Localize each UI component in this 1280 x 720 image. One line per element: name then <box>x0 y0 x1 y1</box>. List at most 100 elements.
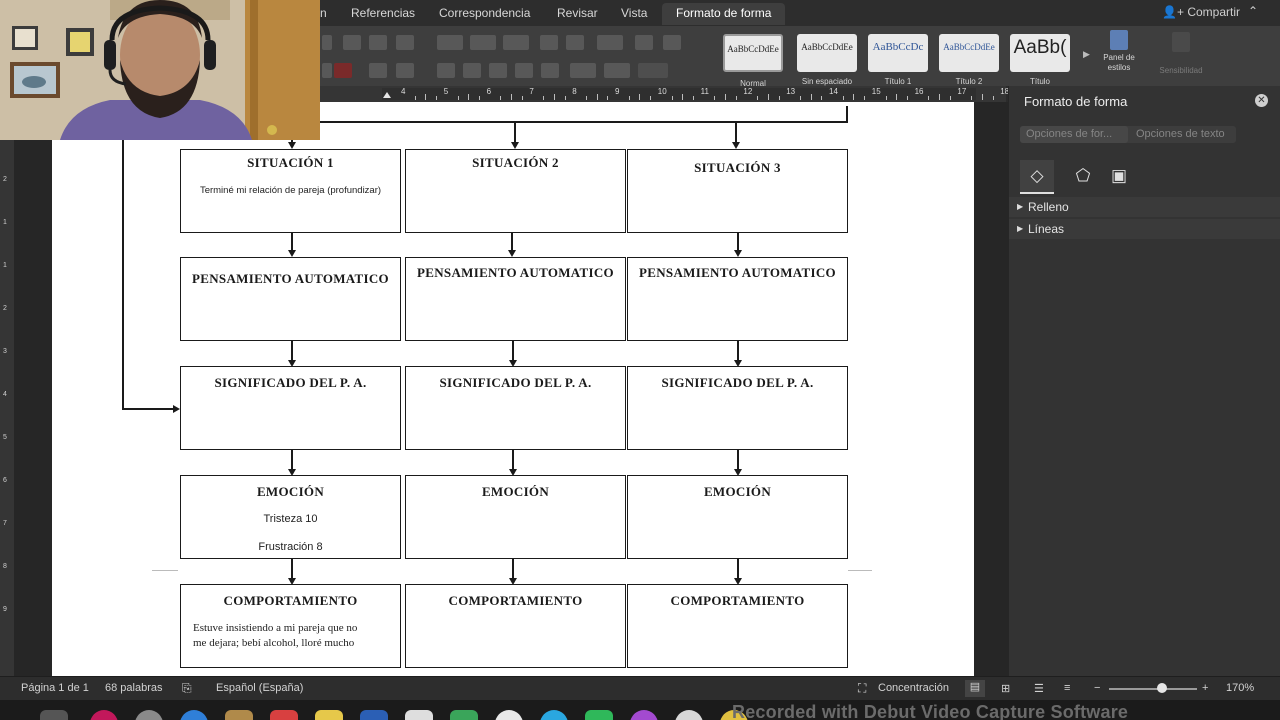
clear-format-icon[interactable] <box>343 35 361 50</box>
app-icon[interactable] <box>405 710 433 720</box>
align-right-icon[interactable] <box>489 63 507 78</box>
thought-box-2[interactable]: PENSAMIENTO AUTOMATICO <box>405 257 626 341</box>
justify-icon[interactable] <box>515 63 533 78</box>
tab-formato-de-forma[interactable]: Formato de forma <box>662 3 786 25</box>
emotion-box-1[interactable]: EMOCIÓN Tristeza 10 Frustración 8 <box>180 475 401 559</box>
behavior-box-1[interactable]: COMPORTAMIENTO Estuve insistiendo a mi p… <box>180 584 401 668</box>
zoom-slider[interactable] <box>1109 688 1197 690</box>
style-titulo-2[interactable]: AaBbCcDdEe Título 2 <box>939 34 999 86</box>
meaning-box-3[interactable]: SIGNIFICADO DEL P. A. <box>627 366 848 450</box>
section-lineas[interactable]: ▶ Líneas <box>1009 219 1280 239</box>
sort-icon[interactable] <box>635 35 653 50</box>
fill-bucket-icon[interactable]: ◇ <box>1020 160 1054 194</box>
app-icon[interactable] <box>630 710 658 720</box>
notes-icon[interactable] <box>315 710 343 720</box>
situation-box-1[interactable]: SITUACIÓN 1 Terminé mi relación de parej… <box>180 149 401 233</box>
multilevel-list-icon[interactable] <box>503 35 529 50</box>
print-layout-icon[interactable]: ▤ <box>965 680 985 697</box>
app-icon[interactable] <box>90 710 118 720</box>
tab-partial[interactable]: n <box>320 6 327 20</box>
ruler-number: 12 <box>743 87 753 96</box>
tab-revisar[interactable]: Revisar <box>557 6 598 20</box>
line-spacing-icon[interactable] <box>570 63 596 78</box>
numbering-icon[interactable] <box>470 35 496 50</box>
style-sin-espaciado[interactable]: AaBbCcDdEe Sin espaciado <box>797 34 857 86</box>
font-case-icon[interactable] <box>396 35 414 50</box>
thought-box-3[interactable]: PENSAMIENTO AUTOMATICO <box>627 257 848 341</box>
page-count[interactable]: Página 1 de 1 <box>21 682 89 694</box>
shading-icon[interactable] <box>604 63 630 78</box>
status-bar: Página 1 de 1 68 palabras ⎘ Español (Esp… <box>0 676 1280 700</box>
tab-text-options[interactable]: Opciones de texto <box>1130 126 1236 143</box>
sensitivity-button[interactable]: Sensibilidad <box>1150 32 1212 82</box>
finder-icon[interactable] <box>40 710 68 720</box>
focus-mode[interactable]: Concentración <box>878 682 949 694</box>
size-layout-icon[interactable]: ▣ <box>1102 160 1136 194</box>
section-relleno[interactable]: ▶ Relleno <box>1009 197 1280 217</box>
collapse-ribbon-icon[interactable]: ⌃ <box>1248 4 1258 18</box>
font-color-icon[interactable] <box>334 63 352 78</box>
tab-vista[interactable]: Vista <box>621 6 647 20</box>
focus-icon[interactable]: ⛶ <box>858 681 866 696</box>
tab-correspondencia[interactable]: Correspondencia <box>439 6 530 20</box>
tab-shape-options[interactable]: Opciones de for... <box>1020 126 1128 143</box>
style-titulo-1[interactable]: AaBbCcDc Título 1 <box>868 34 928 86</box>
increase-indent-icon[interactable] <box>566 35 584 50</box>
web-layout-icon[interactable]: ⊞ <box>1001 682 1010 695</box>
paragraph-mark-icon[interactable] <box>663 35 681 50</box>
document-page[interactable]: SITUACIÓN 1 Terminé mi relación de parej… <box>52 102 974 676</box>
font-size-dropdown[interactable] <box>322 35 332 50</box>
word-count[interactable]: 68 palabras <box>105 682 163 694</box>
align-left-icon[interactable] <box>437 63 455 78</box>
behavior-box-3[interactable]: COMPORTAMIENTO <box>627 584 848 668</box>
spelling-icon[interactable] <box>369 35 387 50</box>
horizontal-ruler[interactable]: 4 5 6 7 8 9 10 11 12 13 14 15 16 17 18 <box>320 86 1037 102</box>
meaning-box-1[interactable]: SIGNIFICADO DEL P. A. <box>180 366 401 450</box>
app-icon[interactable] <box>495 710 523 720</box>
borders-icon[interactable] <box>638 63 668 78</box>
styles-more-icon[interactable]: ▶ <box>1083 49 1090 60</box>
thought-box-1[interactable]: PENSAMIENTO AUTOMATICO <box>180 257 401 341</box>
outline-view-icon[interactable]: ☰ <box>1034 682 1044 695</box>
tab-referencias[interactable]: Referencias <box>351 6 415 20</box>
behavior-box-2[interactable]: COMPORTAMIENTO <box>405 584 626 668</box>
share-button[interactable]: 👤+ Compartir <box>1162 5 1240 19</box>
bullets-icon[interactable] <box>437 35 463 50</box>
zoom-out-icon[interactable]: − <box>1094 682 1100 694</box>
app-icon[interactable] <box>135 710 163 720</box>
char-border-icon[interactable] <box>396 63 414 78</box>
decrease-indent-icon[interactable] <box>540 35 558 50</box>
text-effects-icon[interactable] <box>369 63 387 78</box>
situation-box-2[interactable]: SITUACIÓN 2 <box>405 149 626 233</box>
emotion-box-2[interactable]: EMOCIÓN <box>405 475 626 559</box>
highlight-dropdown[interactable] <box>322 63 332 78</box>
pentagon-icon[interactable]: ⬠ <box>1066 160 1100 194</box>
dock: Recorded with Debut Video Capture Softwa… <box>0 700 1280 720</box>
text-direction-icon[interactable] <box>597 35 623 50</box>
situation-box-3[interactable]: SITUACIÓN 3 <box>627 149 848 233</box>
draft-view-icon[interactable]: ≡ <box>1064 682 1070 694</box>
align-center-icon[interactable] <box>463 63 481 78</box>
meaning-box-2[interactable]: SIGNIFICADO DEL P. A. <box>405 366 626 450</box>
distributed-icon[interactable] <box>541 63 559 78</box>
app-icon[interactable] <box>675 710 703 720</box>
indent-marker-icon[interactable] <box>383 92 391 98</box>
language[interactable]: Español (España) <box>216 682 303 694</box>
calendar-icon[interactable] <box>270 710 298 720</box>
app-icon[interactable] <box>540 710 568 720</box>
zoom-slider-knob[interactable] <box>1156 683 1167 693</box>
app-icon[interactable] <box>585 710 613 720</box>
app-icon[interactable] <box>225 710 253 720</box>
styles-pane-button[interactable]: Panel de estilos <box>1098 30 1140 84</box>
word-icon[interactable] <box>360 710 388 720</box>
zoom-in-icon[interactable]: + <box>1202 682 1208 694</box>
emotion-box-3[interactable]: EMOCIÓN <box>627 475 848 559</box>
app-icon[interactable] <box>180 710 208 720</box>
style-normal[interactable]: AaBbCcDdEe Normal <box>723 34 783 88</box>
app-icon[interactable] <box>450 710 478 720</box>
vertical-ruler[interactable]: 2 1 1 2 3 4 5 6 7 8 9 <box>0 140 14 676</box>
close-icon[interactable]: ✕ <box>1255 94 1268 107</box>
style-titulo[interactable]: AaBb( Título <box>1010 34 1070 86</box>
proofing-icon[interactable]: ⎘ <box>182 681 192 696</box>
zoom-level[interactable]: 170% <box>1226 682 1254 694</box>
